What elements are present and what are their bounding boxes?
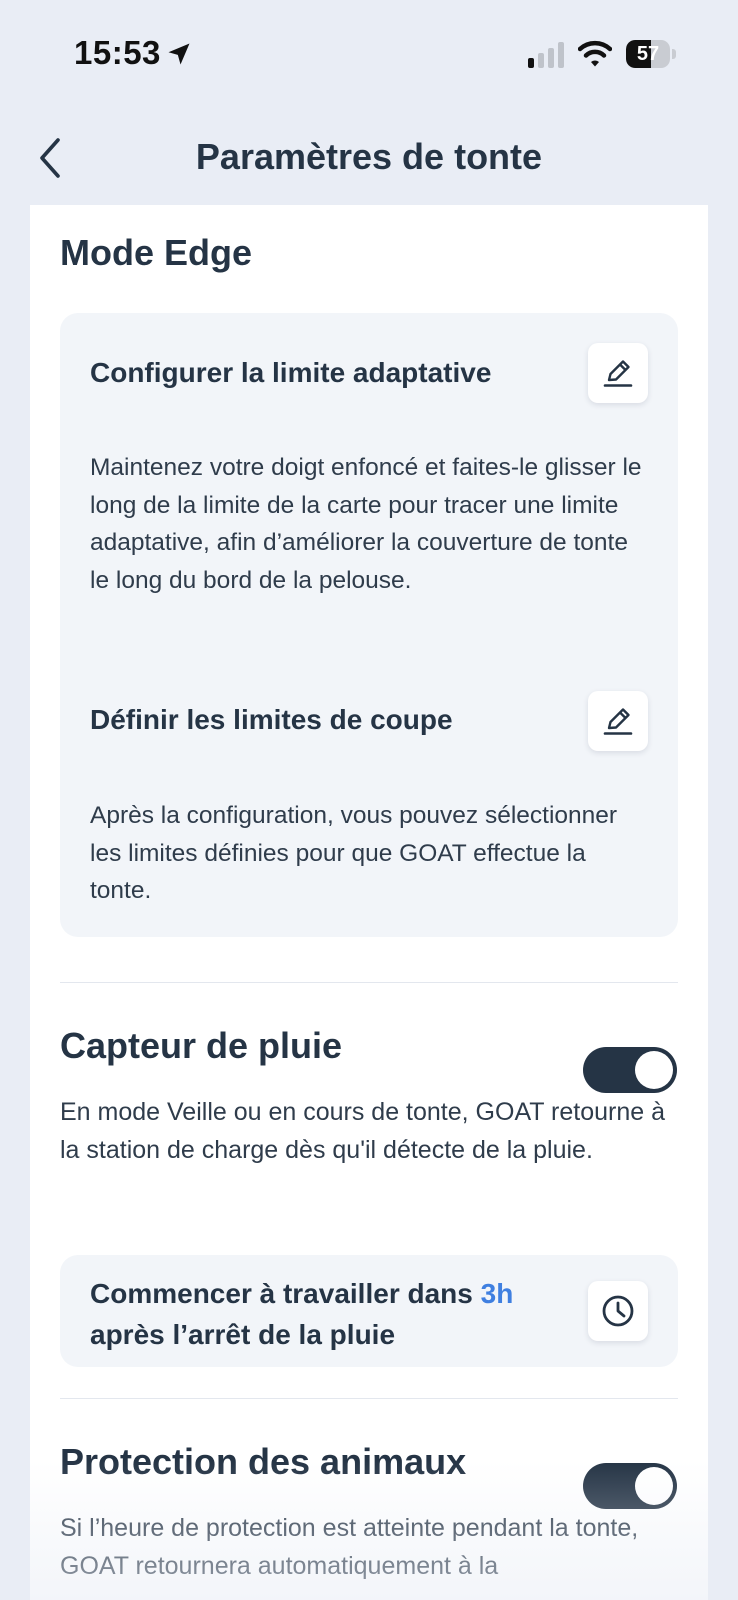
page-title: Paramètres de tonte xyxy=(195,136,543,177)
settings-card: Mode Edge Configurer la limite adaptativ… xyxy=(30,205,708,1600)
status-time: 15:53 xyxy=(74,34,161,71)
animal-protection-title: Protection des animaux xyxy=(60,1441,467,1482)
rain-sensor-title: Capteur de pluie xyxy=(60,1025,343,1066)
cellular-signal-icon xyxy=(528,42,564,68)
battery-percentage: 57 xyxy=(636,43,660,65)
clock-icon xyxy=(602,1295,634,1327)
rain-sensor-description: En mode Veille ou en cours de tonte, GOA… xyxy=(60,1098,665,1164)
battery-indicator: 57 xyxy=(626,40,676,68)
rain-resume-delay-button[interactable] xyxy=(588,1281,648,1341)
pencil-edit-icon xyxy=(603,708,633,735)
toggle-knob xyxy=(635,1467,673,1505)
status-bar: 15:53 57 xyxy=(0,0,738,110)
cut-limits-heading: Définir les limites de coupe xyxy=(90,704,453,735)
rain-resume-panel: Commencer à travailler dans 3h après l’ar… xyxy=(60,1255,678,1367)
edit-adaptive-limit-button[interactable] xyxy=(588,343,648,403)
wifi-icon xyxy=(578,40,612,67)
navigation-bar: Paramètres de tonte xyxy=(0,118,738,198)
toggle-knob xyxy=(635,1051,673,1089)
rain-resume-text: Commencer à travailler dans 3h après l’ar… xyxy=(90,1273,550,1355)
adaptive-limit-description: Maintenez votre doigt enfoncé et faites-… xyxy=(90,454,642,594)
edge-mode-title: Mode Edge xyxy=(60,232,253,273)
rain-resume-delay[interactable]: 3h xyxy=(481,1278,514,1309)
section-divider xyxy=(60,1398,678,1399)
edge-mode-panel: Configurer la limite adaptative Maintene… xyxy=(60,313,678,937)
animal-protection-description: Si l’heure de protection est atteinte pe… xyxy=(60,1514,639,1580)
adaptive-limit-heading: Configurer la limite adaptative xyxy=(90,357,492,388)
rain-resume-suffix: après l’arrêt de la pluie xyxy=(90,1319,396,1350)
pencil-edit-icon xyxy=(603,360,633,387)
location-arrow-icon xyxy=(168,43,190,65)
cut-limits-description: Après la configuration, vous pouvez séle… xyxy=(90,802,618,904)
animal-protection-toggle[interactable] xyxy=(583,1463,677,1509)
rain-resume-prefix: Commencer à travailler dans xyxy=(90,1278,481,1309)
edit-cut-limits-button[interactable] xyxy=(588,691,648,751)
rain-sensor-toggle[interactable] xyxy=(583,1047,677,1093)
section-divider xyxy=(60,982,678,983)
